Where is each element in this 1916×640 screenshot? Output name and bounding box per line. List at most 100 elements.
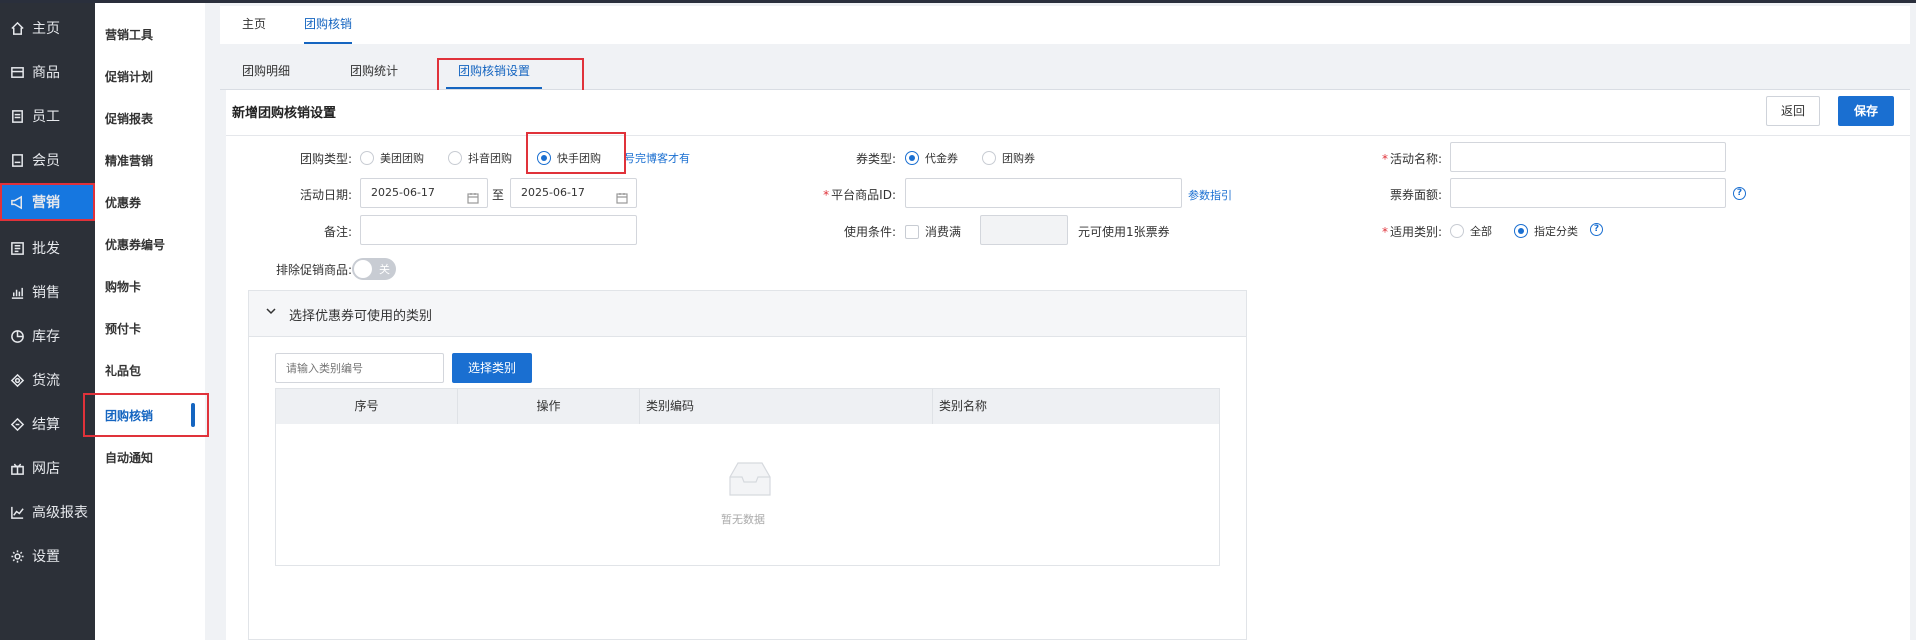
member-icon xyxy=(8,151,26,169)
toggle-state: 关 xyxy=(379,263,390,276)
sidebar-item-shop[interactable]: 网店 xyxy=(0,449,95,487)
category-table: 序号 操作 类别编码 类别名称 暂无数据 xyxy=(275,388,1220,566)
group-type-hint: 号完博客才有 xyxy=(624,152,690,165)
submenu-item-auto-notify[interactable]: 自动通知 xyxy=(95,438,205,476)
date-start-value: 2025-06-17 xyxy=(371,186,435,199)
use-condition-label: 使用条件: xyxy=(843,225,896,239)
top-border xyxy=(0,0,1916,3)
tab-home[interactable]: 主页 xyxy=(242,6,266,44)
checkbox-label: 消费满 xyxy=(925,225,962,239)
date-start-input[interactable]: 2025-06-17 xyxy=(360,178,488,208)
sidebar-item-settle[interactable]: 结算 xyxy=(0,405,95,443)
use-condition-suffix: 元可使用1张票券 xyxy=(1078,225,1170,239)
submenu-item-coupon[interactable]: 优惠券 xyxy=(95,183,205,221)
min-spend-input[interactable] xyxy=(980,215,1068,245)
radio-meituan[interactable]: 美团团购 xyxy=(360,150,424,166)
calendar-icon xyxy=(467,187,479,204)
coupon-type-label: 券类型: xyxy=(855,152,896,166)
column-header-code: 类别编码 xyxy=(640,389,933,424)
radio-label: 指定分类 xyxy=(1534,225,1578,238)
submenu-item-coupon-code[interactable]: 优惠券编号 xyxy=(95,225,205,263)
activity-name-input[interactable] xyxy=(1450,142,1726,172)
line-chart-icon xyxy=(8,503,26,521)
date-end-input[interactable]: 2025-06-17 xyxy=(510,178,637,208)
sidebar-item-label: 会员 xyxy=(32,153,60,169)
radio-dot xyxy=(982,151,996,165)
bar-chart-icon xyxy=(8,283,26,301)
radio-group-coupon[interactable]: 团购券 xyxy=(982,150,1035,166)
settle-icon xyxy=(8,415,26,433)
help-icon[interactable]: ? xyxy=(1590,223,1603,236)
select-category-button[interactable]: 选择类别 xyxy=(452,353,532,383)
sidebar-item-settings[interactable]: 设置 xyxy=(0,537,95,575)
sidebar-item-inventory[interactable]: 库存 xyxy=(0,317,95,355)
category-panel-header[interactable]: 选择优惠券可使用的类别 xyxy=(249,291,1246,337)
exclude-promo-toggle[interactable]: 关 xyxy=(352,258,396,280)
page-title: 新增团购核销设置 xyxy=(232,106,337,121)
platform-id-input[interactable] xyxy=(905,178,1182,208)
megaphone-icon xyxy=(8,193,26,211)
marketing-submenu: 营销工具 促销计划 促销报表 精准营销 优惠券 优惠券编号 购物卡 预付卡 礼品… xyxy=(83,3,209,640)
label-text: 活动名称: xyxy=(1389,152,1442,166)
sidebar-item-goods[interactable]: 商品 xyxy=(0,53,95,91)
tab-group-verify[interactable]: 团购核销 xyxy=(294,6,362,44)
required-mark: * xyxy=(823,188,830,202)
shop-icon xyxy=(8,459,26,477)
home-icon xyxy=(8,19,26,37)
submenu-item-label: 团购核销 xyxy=(105,408,154,423)
app-root: 主页 商品 员工 会员 营销 批发 销售 库存 货流 结算 网店 高级报表 设置… xyxy=(0,0,1916,640)
submenu-item-group-verify[interactable]: 团购核销 xyxy=(83,393,209,437)
staff-icon xyxy=(8,107,26,125)
radio-specified-category[interactable]: 指定分类 xyxy=(1514,223,1578,239)
sidebar-item-label: 批发 xyxy=(32,241,60,257)
activity-name-label: * 活动名称: xyxy=(1330,150,1442,167)
radio-douyin[interactable]: 抖音团购 xyxy=(448,150,512,166)
submenu-item-precise[interactable]: 精准营销 xyxy=(95,141,205,179)
sidebar-item-flow[interactable]: 货流 xyxy=(0,361,95,399)
radio-voucher[interactable]: 代金券 xyxy=(905,150,958,166)
back-button[interactable]: 返回 xyxy=(1766,96,1820,126)
help-icon[interactable]: ? xyxy=(1733,187,1746,200)
radio-label: 全部 xyxy=(1470,225,1492,238)
tab-group-detail[interactable]: 团购明细 xyxy=(242,55,290,90)
sidebar-item-label: 销售 xyxy=(32,285,60,301)
submenu-item-prepaid-card[interactable]: 预付卡 xyxy=(95,309,205,347)
submenu-item-promo-report[interactable]: 促销报表 xyxy=(95,99,205,137)
platform-id-label: * 平台商品ID: xyxy=(780,186,896,203)
category-code-input[interactable] xyxy=(275,353,444,383)
radio-dot xyxy=(448,151,462,165)
sidebar-item-home[interactable]: 主页 xyxy=(0,9,95,47)
tab-group-stats[interactable]: 团购统计 xyxy=(350,55,398,90)
sidebar-item-reports[interactable]: 高级报表 xyxy=(0,493,95,531)
submenu-item-tools[interactable]: 营销工具 xyxy=(95,15,205,53)
radio-label: 美团团购 xyxy=(380,152,424,165)
sidebar-item-label: 货流 xyxy=(32,373,60,389)
radio-label: 抖音团购 xyxy=(468,152,512,165)
active-indicator xyxy=(191,403,195,427)
radio-dot xyxy=(1514,224,1528,238)
main-sidebar: 主页 商品 员工 会员 营销 批发 销售 库存 货流 结算 网店 高级报表 设置 xyxy=(0,3,95,640)
use-condition-checkbox[interactable]: 消费满 xyxy=(905,223,961,240)
sidebar-item-wholesale[interactable]: 批发 xyxy=(0,229,95,267)
save-button[interactable]: 保存 xyxy=(1838,96,1894,126)
sidebar-item-label: 高级报表 xyxy=(32,505,88,521)
sidebar-item-staff[interactable]: 员工 xyxy=(0,97,95,135)
param-guide-link[interactable]: 参数指引 xyxy=(1188,187,1232,203)
sidebar-item-label: 网店 xyxy=(32,461,60,477)
face-value-input[interactable] xyxy=(1450,178,1726,208)
submenu-item-promo-plan[interactable]: 促销计划 xyxy=(95,57,205,95)
goods-icon xyxy=(8,63,26,81)
column-header-index: 序号 xyxy=(276,389,458,424)
date-label: 活动日期: xyxy=(299,188,352,202)
chevron-down-icon xyxy=(265,305,277,317)
required-mark: * xyxy=(1381,152,1388,166)
submenu-item-gift-pack[interactable]: 礼品包 xyxy=(95,351,205,389)
group-type-label: 团购类型: xyxy=(299,152,352,166)
apply-category-label: * 适用类别: xyxy=(1330,223,1442,240)
remark-input[interactable] xyxy=(360,215,637,245)
sidebar-item-member[interactable]: 会员 xyxy=(0,141,95,179)
sidebar-item-marketing[interactable]: 营销 xyxy=(0,183,95,221)
sidebar-item-sales[interactable]: 销售 xyxy=(0,273,95,311)
submenu-item-shopping-card[interactable]: 购物卡 xyxy=(95,267,205,305)
radio-all-categories[interactable]: 全部 xyxy=(1450,223,1492,239)
